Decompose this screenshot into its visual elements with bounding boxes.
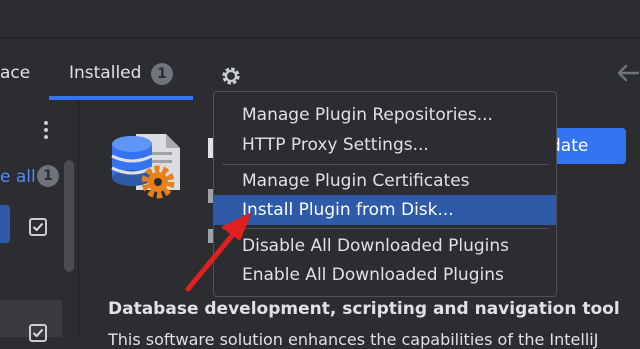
plugin-description-body: This software solution enhances the capa… — [108, 330, 599, 349]
menu-item-enable-downloaded[interactable]: Enable All Downloaded Plugins — [214, 260, 556, 290]
update-count-badge: 1 — [37, 165, 59, 187]
gear-icon[interactable] — [219, 64, 243, 88]
checkbox-checked-icon[interactable] — [29, 324, 47, 342]
tab-marketplace[interactable]: ace — [0, 63, 30, 83]
menu-item-disable-downloaded[interactable]: Disable All Downloaded Plugins — [214, 231, 556, 261]
plugin-settings-menu: Manage Plugin Repositories... HTTP Proxy… — [213, 91, 557, 297]
plugin-row-update-button[interactable] — [0, 205, 10, 243]
window-title-bar — [0, 0, 640, 37]
scrollbar-thumb[interactable] — [64, 160, 74, 272]
installed-count-badge: 1 — [151, 63, 173, 85]
menu-item-http-proxy[interactable]: HTTP Proxy Settings... — [214, 130, 556, 160]
plugin-description-title: Database development, scripting and navi… — [108, 299, 620, 319]
back-arrow-icon[interactable] — [614, 62, 640, 84]
menu-item-manage-certificates[interactable]: Manage Plugin Certificates — [214, 166, 556, 196]
update-all-link[interactable]: e all — [0, 167, 36, 187]
menu-separator — [222, 164, 548, 165]
tab-installed[interactable]: Installed — [69, 63, 141, 83]
menu-item-manage-repositories[interactable]: Manage Plugin Repositories... — [214, 100, 556, 130]
checkbox-checked-icon[interactable] — [29, 218, 47, 236]
menu-separator — [222, 228, 548, 229]
database-plugin-icon — [111, 134, 180, 199]
menu-item-install-from-disk[interactable]: Install Plugin from Disk... — [214, 195, 556, 225]
more-vertical-icon[interactable] — [38, 120, 54, 140]
